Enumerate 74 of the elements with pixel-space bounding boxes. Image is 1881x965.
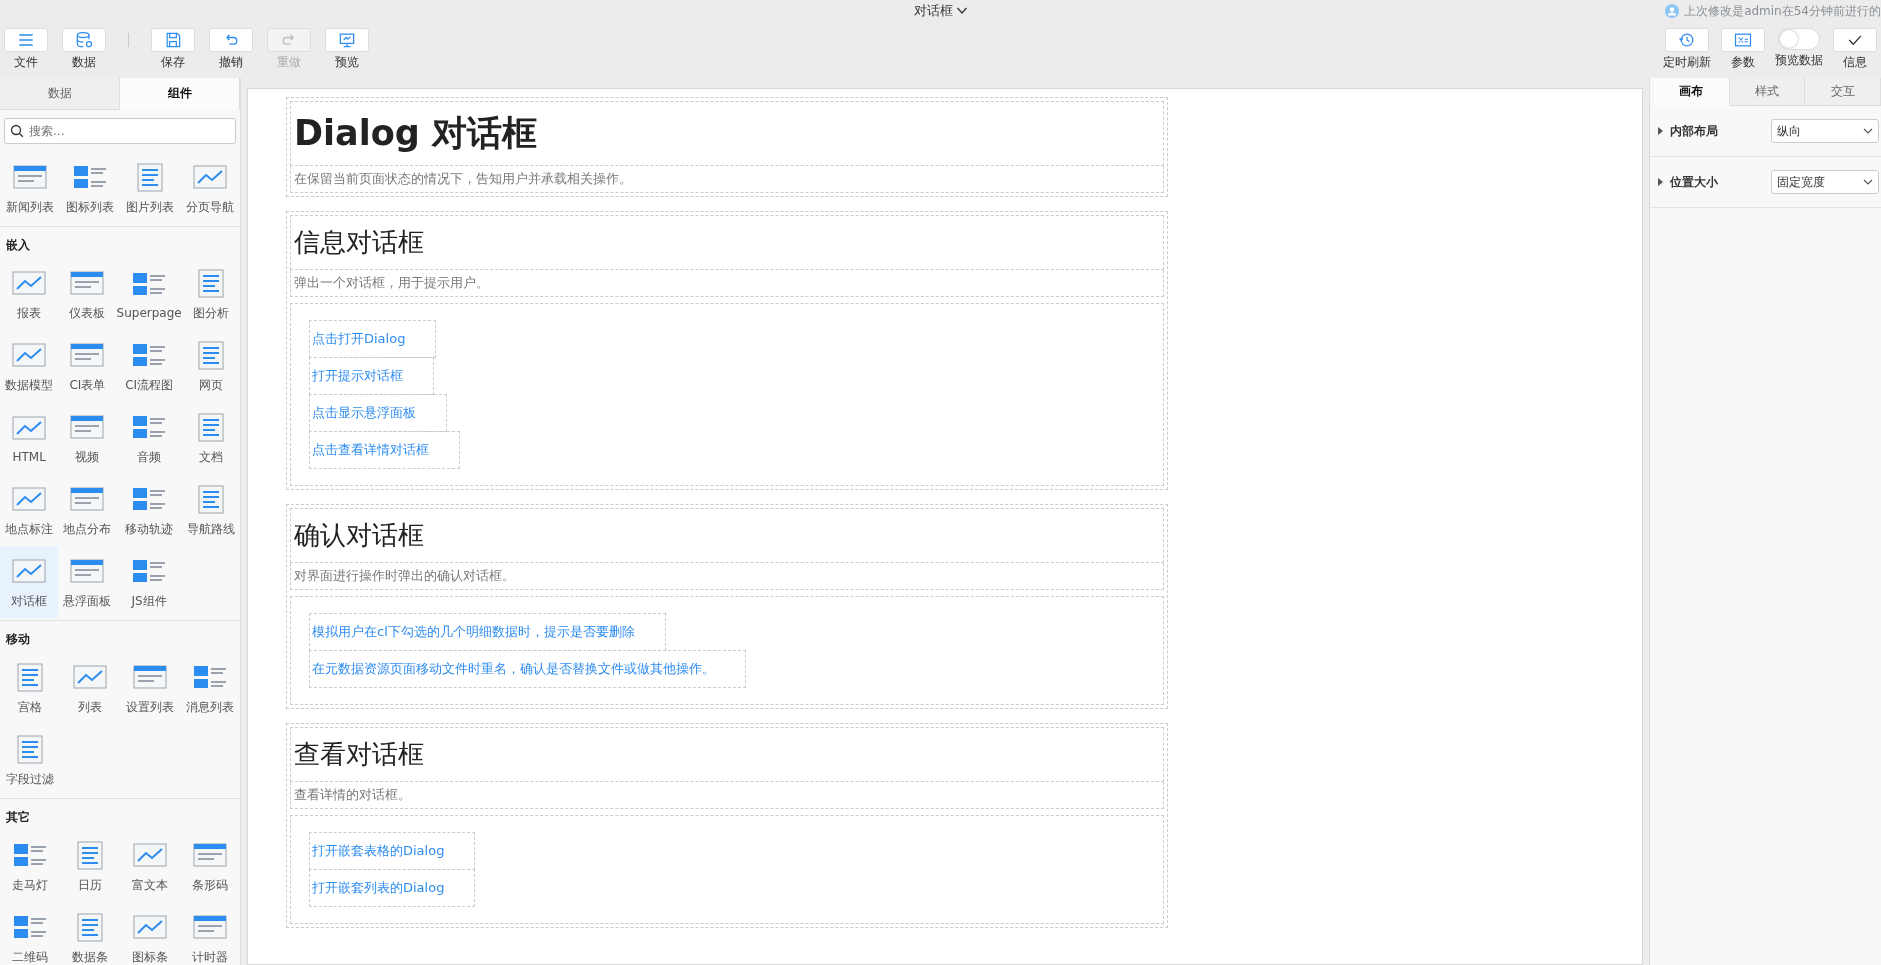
component-item[interactable]: 文档 [181, 402, 240, 474]
component-item[interactable]: 二维码 [0, 902, 60, 965]
expand-triangle-icon[interactable] [1658, 178, 1663, 186]
toggle-label: 预览数据 [1775, 52, 1823, 69]
component-item[interactable]: 图标条 [120, 902, 180, 965]
toggle-switch[interactable] [1778, 28, 1820, 50]
property-tab[interactable]: 样式 [1729, 78, 1806, 106]
chevron-down-icon [1863, 128, 1873, 134]
dialog-link[interactable]: 点击打开Dialog [309, 320, 437, 358]
sidebar-tab[interactable]: 数据 [0, 78, 120, 110]
component-item[interactable]: 地点标注 [0, 474, 59, 546]
component-item[interactable]: 报表 [0, 258, 59, 330]
section-description: 在保留当前页面状态的情况下，告知用户并承载相关操作。 [290, 166, 1164, 193]
component-item[interactable]: 移动轨迹 [116, 474, 182, 546]
section-title: 查看对话框 [290, 727, 1164, 782]
component-item[interactable]: 图分析 [181, 258, 240, 330]
group-heading: 嵌入 [5, 237, 31, 254]
section-title: 确认对话框 [290, 508, 1164, 563]
component-item[interactable]: 图片列表 [120, 152, 180, 224]
chevron-down-icon [956, 7, 967, 15]
component-item[interactable]: 图标列表 [60, 152, 120, 224]
component-item[interactable]: 宫格 [0, 652, 60, 724]
section-description: 弹出一个对话框，用于提示用户。 [290, 270, 1164, 297]
component-item[interactable]: 设置列表 [120, 652, 180, 724]
component-item[interactable]: 网页 [181, 330, 240, 402]
component-item[interactable]: 计时器 [180, 902, 240, 965]
dialog-link[interactable]: 打开嵌套表格的Dialog [309, 832, 476, 870]
component-item[interactable]: HTML [0, 402, 59, 474]
component-item[interactable]: 消息列表 [180, 652, 240, 724]
expand-triangle-icon[interactable] [1658, 127, 1663, 135]
component-item[interactable]: 音频 [116, 402, 182, 474]
component-item[interactable]: 字段过滤 [0, 724, 60, 796]
component-item[interactable]: 数据模型 [0, 330, 59, 402]
component-item[interactable]: 条形码 [180, 830, 240, 902]
property-label: 内部布局 [1670, 122, 1718, 140]
chevron-down-icon [1863, 179, 1873, 185]
dropdown[interactable]: 纵向 [1771, 119, 1879, 143]
component-item[interactable]: JS组件 [116, 546, 182, 618]
dialog-link[interactable]: 点击查看详情对话框 [309, 431, 460, 469]
search-field[interactable]: 搜索... [4, 118, 236, 144]
component-item[interactable]: CI流程图 [116, 330, 182, 402]
component-item[interactable]: CI表单 [58, 330, 117, 402]
group-heading: 其它 [5, 809, 31, 826]
property-tab[interactable]: 交互 [1805, 78, 1881, 106]
dialog-link[interactable]: 模拟用户在cl下勾选的几个明细数据时，提示是否要删除 [309, 613, 666, 651]
component-item[interactable]: 富文本 [120, 830, 180, 902]
component-item[interactable]: 视频 [58, 402, 117, 474]
section-title: Dialog 对话框 [290, 101, 1164, 166]
section-description: 对界面进行操作时弹出的确认对话框。 [290, 563, 1164, 590]
component-item[interactable]: 新闻列表 [0, 152, 60, 224]
property-label: 位置大小 [1670, 173, 1718, 191]
group-heading: 移动 [5, 631, 31, 648]
last-modified-text: 上次修改是admin在54分钟前进行的 [1684, 2, 1881, 20]
component-item[interactable]: 分页导航 [180, 152, 240, 224]
document-title[interactable]: 对话框 [914, 2, 967, 20]
component-item[interactable]: 日历 [60, 830, 120, 902]
component-item[interactable]: Superpage [116, 258, 182, 330]
component-item[interactable]: 仪表板 [58, 258, 117, 330]
database-icon [74, 30, 94, 50]
component-item[interactable]: 数据条 [60, 902, 120, 965]
dialog-link[interactable]: 打开嵌套列表的Dialog [309, 869, 476, 907]
component-item[interactable]: 列表 [60, 652, 120, 724]
component-item[interactable]: 地点分布 [58, 474, 117, 546]
component-item[interactable]: 悬浮面板 [58, 546, 117, 618]
component-item[interactable]: 导航路线 [181, 474, 240, 546]
dialog-link[interactable]: 点击显示悬浮面板 [309, 394, 447, 432]
dropdown[interactable]: 固定宽度 [1771, 170, 1879, 194]
section-description: 查看详情的对话框。 [290, 782, 1164, 809]
dialog-link[interactable]: 在元数据资源页面移动文件时重名，确认是否替换文件或做其他操作。 [309, 650, 746, 688]
user-icon [1665, 4, 1680, 18]
component-item[interactable]: 对话框 [0, 546, 59, 618]
component-item[interactable]: 走马灯 [0, 830, 60, 902]
section-title: 信息对话框 [290, 215, 1164, 270]
dialog-link[interactable]: 打开提示对话框 [309, 357, 434, 395]
